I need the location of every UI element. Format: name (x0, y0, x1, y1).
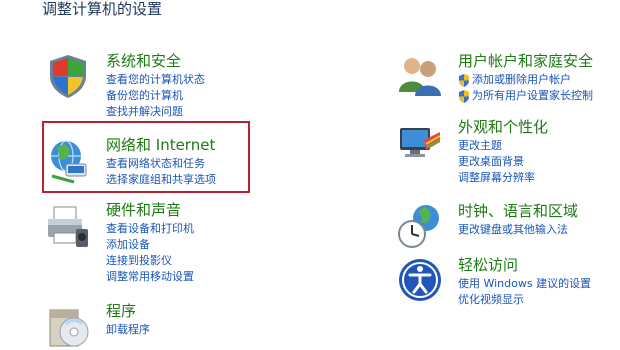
accessibility-icon (399, 259, 441, 301)
link-uninstall-program[interactable]: 卸载程序 (106, 322, 150, 338)
clock-globe-icon (398, 205, 439, 248)
link-add-remove-accounts[interactable]: 添加或删除用户帐户 (458, 72, 593, 88)
users-icon (399, 58, 441, 96)
link-label: 为所有用户设置家长控制 (472, 89, 593, 102)
monitor-palette-icon (400, 128, 441, 157)
link-devices-printers[interactable]: 查看设备和打印机 (106, 221, 194, 237)
link-change-theme[interactable]: 更改主题 (458, 138, 535, 154)
category-title[interactable]: 用户帐户和家庭安全 (458, 52, 593, 70)
link-windows-suggested-settings[interactable]: 使用 Windows 建议的设置 (458, 276, 591, 292)
link-change-background[interactable]: 更改桌面背景 (458, 154, 535, 170)
category-title[interactable]: 硬件和声音 (106, 201, 181, 219)
link-view-computer-status[interactable]: 查看您的计算机状态 (106, 72, 205, 88)
link-screen-resolution[interactable]: 调整屏幕分辨率 (458, 170, 535, 186)
link-backup-computer[interactable]: 备份您的计算机 (106, 88, 205, 104)
programs-disc-icon (49, 309, 89, 347)
link-label: 添加或删除用户帐户 (472, 73, 571, 86)
link-mobility-settings[interactable]: 调整常用移动设置 (106, 269, 194, 285)
category-title[interactable]: 轻松访问 (458, 256, 518, 274)
link-parental-controls[interactable]: 为所有用户设置家长控制 (458, 88, 593, 104)
link-add-device[interactable]: 添加设备 (106, 237, 194, 253)
category-title[interactable]: 程序 (106, 302, 136, 320)
page-title: 调整计算机的设置 (42, 0, 163, 18)
uac-shield-icon (459, 73, 469, 87)
category-title[interactable]: 系统和安全 (106, 52, 181, 70)
link-connect-projector[interactable]: 连接到投影仪 (106, 253, 194, 269)
link-change-keyboard[interactable]: 更改键盘或其他输入法 (458, 222, 568, 238)
highlight-box (42, 121, 250, 193)
system-security-shield-icon (50, 55, 86, 98)
link-troubleshoot[interactable]: 查找并解决问题 (106, 104, 205, 120)
category-title[interactable]: 时钟、语言和区域 (458, 202, 578, 220)
link-optimize-visual-display[interactable]: 优化视频显示 (458, 292, 591, 308)
printer-icon (48, 206, 88, 247)
category-title[interactable]: 外观和个性化 (458, 118, 548, 136)
uac-shield-icon (459, 89, 469, 103)
